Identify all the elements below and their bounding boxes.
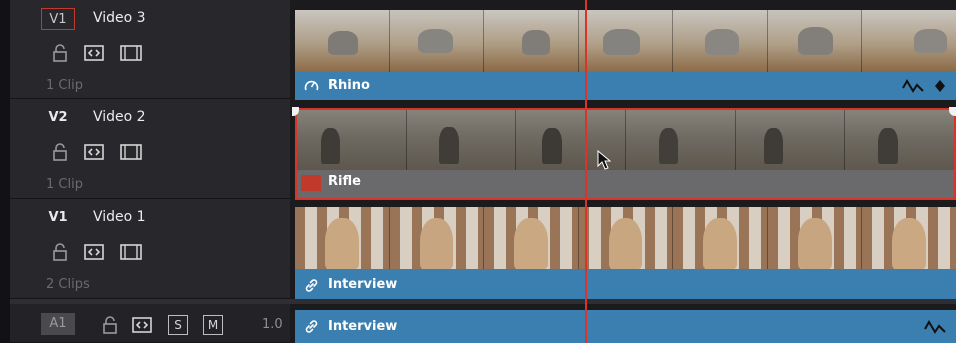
- display-icon[interactable]: [120, 243, 142, 261]
- lane-video-3: Rhino: [292, 0, 956, 100]
- track-name[interactable]: Video 1: [93, 209, 146, 225]
- autoselect-icon[interactable]: [84, 44, 104, 62]
- autoselect-icon[interactable]: [132, 316, 152, 334]
- track-header-video-2: V2 Video 2 1 Clip: [10, 99, 290, 199]
- clip-thumbnails: [297, 110, 954, 170]
- display-icon[interactable]: [120, 143, 142, 161]
- autoselect-icon[interactable]: [84, 143, 104, 161]
- clip-count: 1 Clip: [46, 78, 83, 93]
- clip-label-bar: Interview: [295, 271, 956, 299]
- lane-video-2: Rifle: [292, 99, 956, 200]
- lane-audio-1: Interview: [292, 304, 956, 343]
- lock-icon[interactable]: [53, 243, 67, 261]
- mute-button[interactable]: M: [203, 315, 223, 335]
- track-header-video-3: V1 Video 3 1 Clip: [10, 0, 290, 99]
- track-id-a1[interactable]: A1: [41, 313, 75, 335]
- link-icon: [305, 279, 318, 292]
- track-id[interactable]: V1: [41, 207, 75, 229]
- track-header-video-1: V1 Video 1 2 Clips: [10, 199, 290, 299]
- link-icon: [305, 320, 318, 333]
- track-id[interactable]: V2: [41, 107, 75, 129]
- audio-level: 1.0: [262, 317, 283, 332]
- clip-count: 1 Clip: [46, 177, 83, 192]
- autoselect-icon[interactable]: [84, 243, 104, 261]
- clip-interview[interactable]: Interview: [295, 207, 956, 299]
- clip-rifle[interactable]: Rifle: [295, 108, 956, 200]
- lane-video-1: Interview: [292, 199, 956, 299]
- clip-thumbnails: [295, 207, 956, 269]
- track-name[interactable]: Video 3: [93, 10, 146, 26]
- track-header-audio-1: A1 S M 1.0: [10, 304, 290, 343]
- clip-name: Rhino: [328, 78, 370, 93]
- clip-name: Interview: [328, 277, 398, 292]
- clip-name: Interview: [328, 319, 398, 334]
- clip-rhino[interactable]: Rhino: [295, 10, 956, 100]
- lock-icon[interactable]: [53, 44, 67, 62]
- curve-icon[interactable]: [924, 319, 946, 335]
- speed-icon: [304, 80, 319, 91]
- clip-label-bar: Rhino: [295, 72, 956, 100]
- keyframe-icon[interactable]: [934, 79, 946, 93]
- lock-icon[interactable]: [103, 316, 117, 334]
- track-header-gutter: [0, 0, 10, 343]
- cursor-icon: [597, 150, 611, 170]
- clip-name: Rifle: [328, 174, 361, 189]
- destination-control-v1[interactable]: V1: [41, 8, 75, 30]
- solo-button[interactable]: S: [168, 315, 188, 335]
- clip-thumbnails: [295, 10, 956, 72]
- track-name[interactable]: Video 2: [93, 109, 146, 125]
- clip-count: 2 Clips: [46, 277, 90, 292]
- color-tag-icon: [301, 175, 321, 191]
- curve-icon[interactable]: [902, 78, 924, 94]
- clip-interview-audio[interactable]: Interview: [295, 310, 956, 343]
- display-icon[interactable]: [120, 44, 142, 62]
- playhead[interactable]: [585, 0, 587, 343]
- lock-icon[interactable]: [53, 143, 67, 161]
- clip-label-bar: Rifle: [297, 170, 954, 198]
